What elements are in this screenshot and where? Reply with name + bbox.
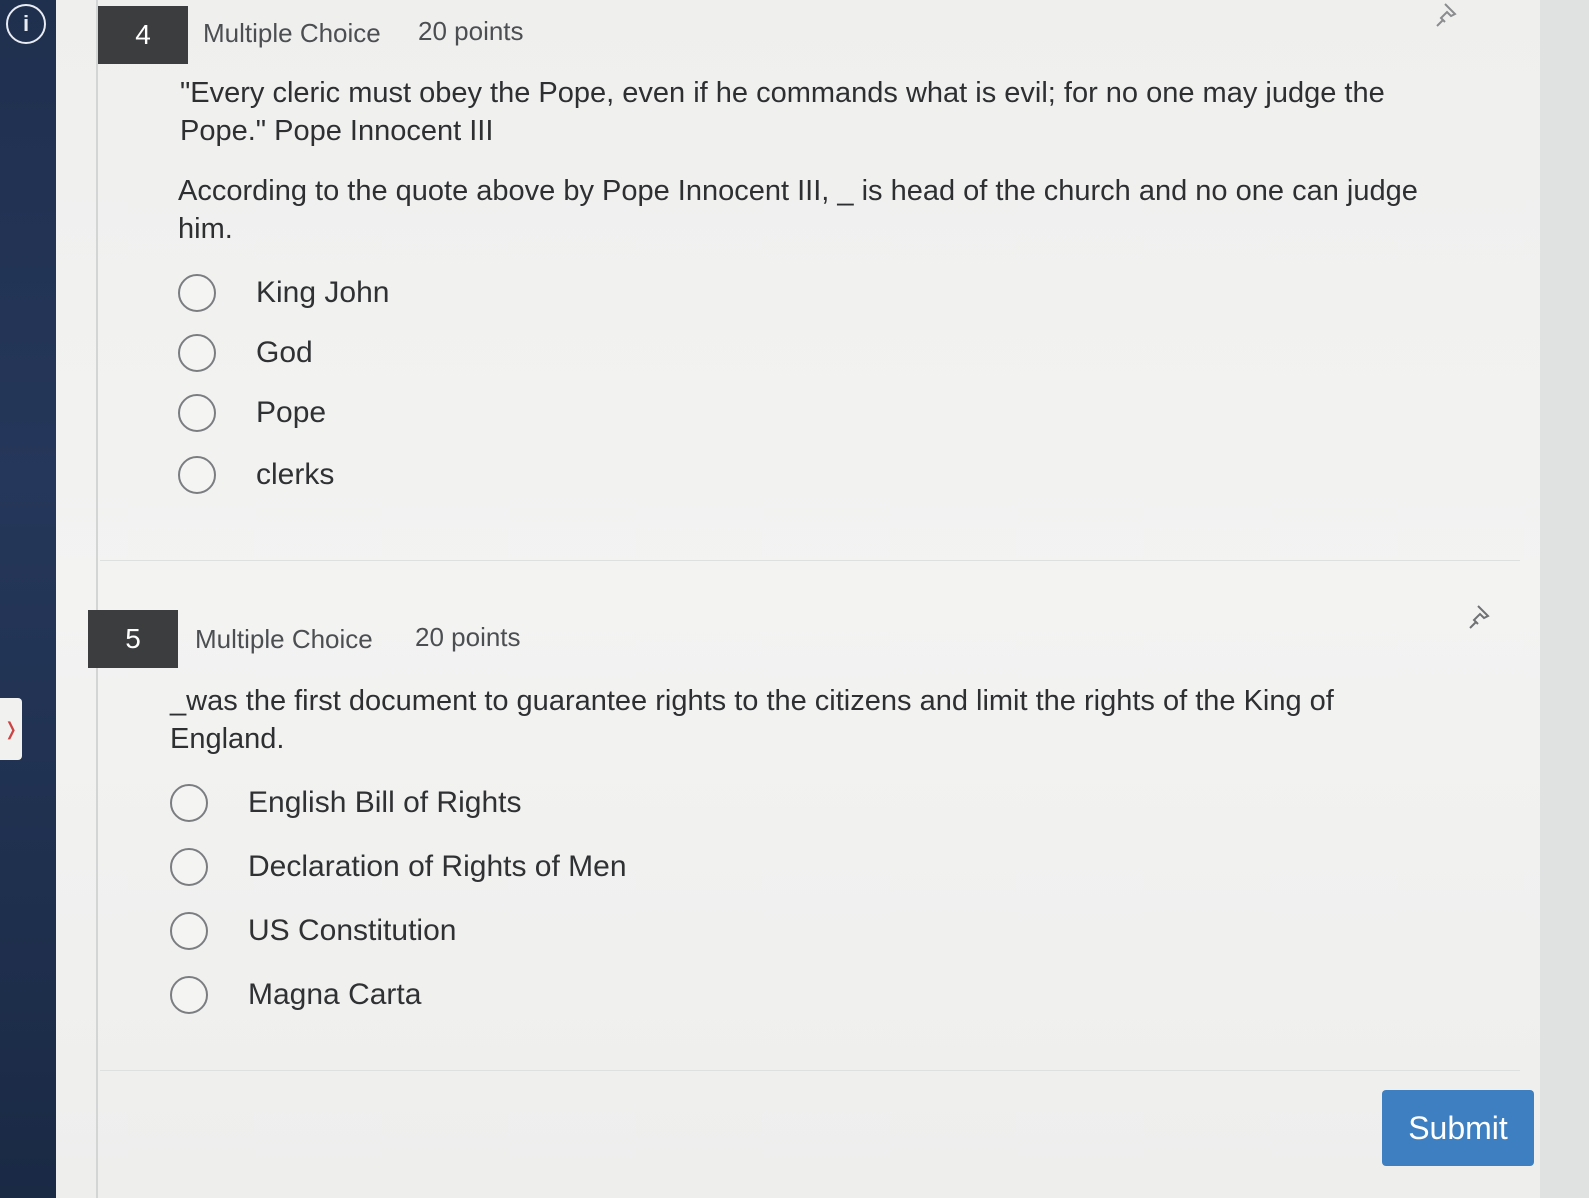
radio-button[interactable] bbox=[170, 784, 208, 822]
divider bbox=[100, 1070, 1520, 1071]
question-type: Multiple Choice bbox=[203, 18, 381, 48]
divider bbox=[100, 560, 1520, 561]
question-prompt: _was the first document to guarantee rig… bbox=[170, 685, 1334, 755]
left-sidebar: i ❭ bbox=[0, 0, 56, 1198]
choice-option[interactable]: King John bbox=[178, 274, 389, 312]
radio-button[interactable] bbox=[170, 976, 208, 1014]
choice-label: clerks bbox=[256, 458, 335, 491]
choice-option[interactable]: English Bill of Rights bbox=[170, 784, 521, 822]
question-type: Multiple Choice bbox=[195, 624, 373, 654]
question-number-badge: 5 bbox=[88, 610, 178, 668]
choice-option[interactable]: clerks bbox=[178, 456, 334, 494]
question-points: 20 points bbox=[415, 622, 521, 652]
pin-icon[interactable] bbox=[1433, 0, 1463, 30]
scrollbar-track[interactable] bbox=[1540, 0, 1589, 1198]
audio-icon[interactable]: ❭ bbox=[0, 698, 22, 760]
choice-label: Pope bbox=[256, 396, 327, 429]
choice-label: English Bill of Rights bbox=[248, 786, 522, 819]
question-points: 20 points bbox=[418, 16, 524, 46]
radio-button[interactable] bbox=[178, 334, 216, 372]
question-number-badge: 4 bbox=[98, 6, 188, 64]
radio-button[interactable] bbox=[170, 912, 208, 950]
info-icon[interactable]: i bbox=[6, 4, 46, 44]
choice-option[interactable]: Declaration of Rights of Men bbox=[170, 848, 627, 886]
question-rail bbox=[96, 0, 98, 1198]
choice-label: US Constitution bbox=[248, 914, 457, 947]
question-prompt: According to the quote above by Pope Inn… bbox=[178, 175, 1418, 245]
choice-option[interactable]: Magna Carta bbox=[170, 976, 421, 1014]
choice-option[interactable]: God bbox=[178, 334, 313, 372]
choice-option[interactable]: US Constitution bbox=[170, 912, 456, 950]
pin-icon[interactable] bbox=[1466, 602, 1496, 632]
choice-option[interactable]: Pope bbox=[178, 394, 326, 432]
choice-label: King John bbox=[256, 276, 390, 309]
radio-button[interactable] bbox=[178, 456, 216, 494]
radio-button[interactable] bbox=[170, 848, 208, 886]
choice-label: Magna Carta bbox=[248, 978, 422, 1011]
radio-button[interactable] bbox=[178, 394, 216, 432]
radio-button[interactable] bbox=[178, 274, 216, 312]
question-quote: "Every cleric must obey the Pope, even i… bbox=[180, 77, 1385, 147]
choice-label: God bbox=[256, 336, 313, 369]
submit-button[interactable]: Submit bbox=[1382, 1090, 1534, 1166]
choice-label: Declaration of Rights of Men bbox=[248, 850, 627, 883]
